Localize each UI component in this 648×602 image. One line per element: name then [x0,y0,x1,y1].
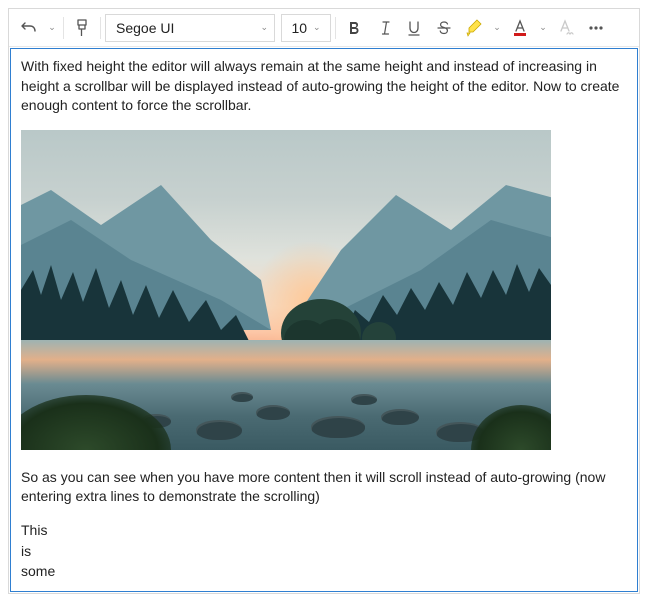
highlight-button[interactable] [460,14,488,42]
highlighter-icon [465,19,483,37]
bold-button[interactable] [340,14,368,42]
more-icon [587,20,605,36]
embedded-image[interactable] [21,130,551,450]
extra-lines[interactable]: This is some [21,521,627,582]
undo-button[interactable] [15,14,43,42]
font-size-select[interactable]: 10 ⌄ [281,14,331,42]
editor: ⌄ Segoe UI ⌄ 10 ⌄ ⌄ [8,8,640,594]
undo-icon [21,20,37,36]
strikethrough-button[interactable] [430,14,458,42]
font-color-dropdown[interactable]: ⌄ [536,14,550,42]
font-size-value: 10 [291,20,307,36]
italic-icon [376,20,392,36]
separator [63,17,64,39]
more-button[interactable] [582,14,610,42]
bold-icon [346,20,362,36]
clear-formatting-icon [557,19,575,37]
undo-dropdown[interactable]: ⌄ [45,14,59,42]
content-area: With fixed height the editor will always… [10,48,638,592]
clear-formatting-button[interactable] [552,14,580,42]
highlight-dropdown[interactable]: ⌄ [490,14,504,42]
font-family-value: Segoe UI [116,20,174,36]
content-scroll[interactable]: With fixed height the editor will always… [11,49,637,591]
line-2[interactable]: is [21,542,627,562]
format-painter-icon [74,19,90,37]
font-color-icon [511,19,529,37]
paragraph-2[interactable]: So as you can see when you have more con… [21,468,627,507]
strikethrough-icon [436,20,452,36]
separator [335,17,336,39]
underline-icon [406,20,422,36]
line-1[interactable]: This [21,521,627,541]
separator [100,17,101,39]
line-3[interactable]: some [21,562,627,582]
chevron-down-icon: ⌄ [313,22,321,33]
format-painter-button[interactable] [68,14,96,42]
underline-button[interactable] [400,14,428,42]
font-color-button[interactable] [506,14,534,42]
toolbar: ⌄ Segoe UI ⌄ 10 ⌄ ⌄ [9,9,639,47]
italic-button[interactable] [370,14,398,42]
font-family-select[interactable]: Segoe UI ⌄ [105,14,275,42]
chevron-down-icon: ⌄ [260,22,268,33]
paragraph-1[interactable]: With fixed height the editor will always… [21,57,627,116]
